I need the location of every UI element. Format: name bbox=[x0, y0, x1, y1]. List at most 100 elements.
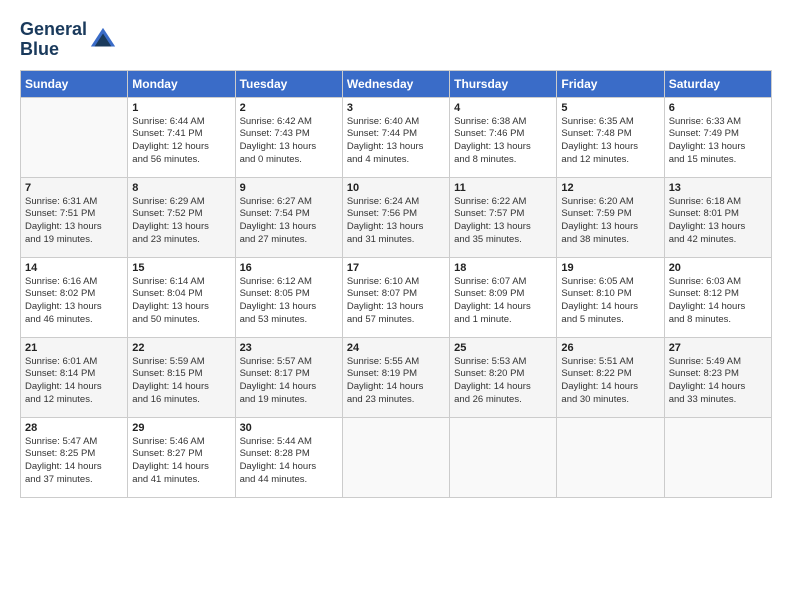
calendar-cell: 17Sunrise: 6:10 AMSunset: 8:07 PMDayligh… bbox=[342, 257, 449, 337]
day-info: Sunrise: 5:59 AMSunset: 8:15 PMDaylight:… bbox=[132, 356, 230, 407]
header-thursday: Thursday bbox=[450, 70, 557, 97]
calendar-cell: 21 Sunrise: 6:01 AMSunset: 8:14 PMDayligh… bbox=[21, 337, 128, 417]
calendar-cell: 23 Sunrise: 5:57 AMSunset: 8:17 PMDayligh… bbox=[235, 337, 342, 417]
calendar-cell: 29 Sunrise: 5:46 AMSunset: 8:27 PMDayligh… bbox=[128, 417, 235, 497]
calendar-cell: 10Sunrise: 6:24 AMSunset: 7:56 PMDayligh… bbox=[342, 177, 449, 257]
header-sunday: Sunday bbox=[21, 70, 128, 97]
calendar-cell: 28 Sunrise: 5:47 AMSunset: 8:25 PMDayligh… bbox=[21, 417, 128, 497]
calendar-cell: 13 Sunrise: 6:18 AMSunset: 8:01 PMDayligh… bbox=[664, 177, 771, 257]
calendar-cell: 7Sunrise: 6:31 AMSunset: 7:51 PMDaylight… bbox=[21, 177, 128, 257]
calendar-cell bbox=[664, 417, 771, 497]
logo: General Blue bbox=[20, 20, 117, 60]
day-number: 28 bbox=[25, 422, 123, 434]
logo-text: General Blue bbox=[20, 20, 87, 60]
calendar-cell bbox=[21, 97, 128, 177]
day-number: 1 bbox=[132, 102, 230, 114]
day-number: 5 bbox=[561, 102, 659, 114]
day-number: 19 bbox=[561, 262, 659, 274]
calendar-cell bbox=[450, 417, 557, 497]
calendar-cell: 3 Sunrise: 6:40 AMSunset: 7:44 PMDaylight… bbox=[342, 97, 449, 177]
header-wednesday: Wednesday bbox=[342, 70, 449, 97]
day-info: Sunrise: 5:55 AMSunset: 8:19 PMDaylight:… bbox=[347, 356, 445, 407]
calendar-week-row: 1 Sunrise: 6:44 AMSunset: 7:41 PMDaylight… bbox=[21, 97, 772, 177]
calendar-cell: 18 Sunrise: 6:07 AMSunset: 8:09 PMDayligh… bbox=[450, 257, 557, 337]
day-number: 21 bbox=[25, 342, 123, 354]
calendar-cell: 6 Sunrise: 6:33 AMSunset: 7:49 PMDaylight… bbox=[664, 97, 771, 177]
day-number: 18 bbox=[454, 262, 552, 274]
day-info: Sunrise: 6:31 AMSunset: 7:51 PMDaylight:… bbox=[25, 196, 123, 247]
calendar-cell: 25Sunrise: 5:53 AMSunset: 8:20 PMDayligh… bbox=[450, 337, 557, 417]
calendar-cell: 20Sunrise: 6:03 AMSunset: 8:12 PMDayligh… bbox=[664, 257, 771, 337]
calendar-cell: 5 Sunrise: 6:35 AMSunset: 7:48 PMDaylight… bbox=[557, 97, 664, 177]
calendar-cell: 9 Sunrise: 6:27 AMSunset: 7:54 PMDaylight… bbox=[235, 177, 342, 257]
day-info: Sunrise: 6:18 AMSunset: 8:01 PMDaylight:… bbox=[669, 196, 767, 247]
day-info: Sunrise: 6:44 AMSunset: 7:41 PMDaylight:… bbox=[132, 116, 230, 167]
day-number: 13 bbox=[669, 182, 767, 194]
day-number: 26 bbox=[561, 342, 659, 354]
day-info: Sunrise: 6:27 AMSunset: 7:54 PMDaylight:… bbox=[240, 196, 338, 247]
day-info: Sunrise: 5:46 AMSunset: 8:27 PMDaylight:… bbox=[132, 436, 230, 487]
calendar-cell: 26 Sunrise: 5:51 AMSunset: 8:22 PMDayligh… bbox=[557, 337, 664, 417]
day-number: 3 bbox=[347, 102, 445, 114]
day-info: Sunrise: 6:05 AMSunset: 8:10 PMDaylight:… bbox=[561, 276, 659, 327]
day-info: Sunrise: 6:33 AMSunset: 7:49 PMDaylight:… bbox=[669, 116, 767, 167]
day-number: 27 bbox=[669, 342, 767, 354]
day-info: Sunrise: 6:20 AMSunset: 7:59 PMDaylight:… bbox=[561, 196, 659, 247]
day-info: Sunrise: 6:29 AMSunset: 7:52 PMDaylight:… bbox=[132, 196, 230, 247]
calendar-cell: 2 Sunrise: 6:42 AMSunset: 7:43 PMDaylight… bbox=[235, 97, 342, 177]
day-number: 8 bbox=[132, 182, 230, 194]
header-tuesday: Tuesday bbox=[235, 70, 342, 97]
day-number: 2 bbox=[240, 102, 338, 114]
day-info: Sunrise: 6:14 AMSunset: 8:04 PMDaylight:… bbox=[132, 276, 230, 327]
header-monday: Monday bbox=[128, 70, 235, 97]
calendar-cell: 16 Sunrise: 6:12 AMSunset: 8:05 PMDayligh… bbox=[235, 257, 342, 337]
calendar-cell: 19 Sunrise: 6:05 AMSunset: 8:10 PMDayligh… bbox=[557, 257, 664, 337]
calendar-cell: 27 Sunrise: 5:49 AMSunset: 8:23 PMDayligh… bbox=[664, 337, 771, 417]
calendar-week-row: 7Sunrise: 6:31 AMSunset: 7:51 PMDaylight… bbox=[21, 177, 772, 257]
calendar-cell: 24 Sunrise: 5:55 AMSunset: 8:19 PMDayligh… bbox=[342, 337, 449, 417]
day-info: Sunrise: 5:53 AMSunset: 8:20 PMDaylight:… bbox=[454, 356, 552, 407]
day-number: 11 bbox=[454, 182, 552, 194]
day-number: 16 bbox=[240, 262, 338, 274]
day-info: Sunrise: 6:12 AMSunset: 8:05 PMDaylight:… bbox=[240, 276, 338, 327]
day-info: Sunrise: 5:49 AMSunset: 8:23 PMDaylight:… bbox=[669, 356, 767, 407]
page-header: General Blue bbox=[20, 20, 772, 60]
calendar-week-row: 28 Sunrise: 5:47 AMSunset: 8:25 PMDayligh… bbox=[21, 417, 772, 497]
calendar-cell: 11 Sunrise: 6:22 AMSunset: 7:57 PMDayligh… bbox=[450, 177, 557, 257]
day-info: Sunrise: 5:47 AMSunset: 8:25 PMDaylight:… bbox=[25, 436, 123, 487]
calendar-header-row: SundayMondayTuesdayWednesdayThursdayFrid… bbox=[21, 70, 772, 97]
day-number: 4 bbox=[454, 102, 552, 114]
day-number: 6 bbox=[669, 102, 767, 114]
day-info: Sunrise: 6:35 AMSunset: 7:48 PMDaylight:… bbox=[561, 116, 659, 167]
header-friday: Friday bbox=[557, 70, 664, 97]
day-number: 12 bbox=[561, 182, 659, 194]
calendar-week-row: 14Sunrise: 6:16 AMSunset: 8:02 PMDayligh… bbox=[21, 257, 772, 337]
day-info: Sunrise: 6:07 AMSunset: 8:09 PMDaylight:… bbox=[454, 276, 552, 327]
day-info: Sunrise: 5:57 AMSunset: 8:17 PMDaylight:… bbox=[240, 356, 338, 407]
day-number: 9 bbox=[240, 182, 338, 194]
day-info: Sunrise: 6:24 AMSunset: 7:56 PMDaylight:… bbox=[347, 196, 445, 247]
calendar-week-row: 21 Sunrise: 6:01 AMSunset: 8:14 PMDayligh… bbox=[21, 337, 772, 417]
calendar-cell: 22Sunrise: 5:59 AMSunset: 8:15 PMDayligh… bbox=[128, 337, 235, 417]
calendar-table: SundayMondayTuesdayWednesdayThursdayFrid… bbox=[20, 70, 772, 498]
day-info: Sunrise: 5:44 AMSunset: 8:28 PMDaylight:… bbox=[240, 436, 338, 487]
day-number: 29 bbox=[132, 422, 230, 434]
calendar-cell: 1 Sunrise: 6:44 AMSunset: 7:41 PMDaylight… bbox=[128, 97, 235, 177]
day-info: Sunrise: 6:01 AMSunset: 8:14 PMDaylight:… bbox=[25, 356, 123, 407]
calendar-cell: 14Sunrise: 6:16 AMSunset: 8:02 PMDayligh… bbox=[21, 257, 128, 337]
calendar-cell: 8 Sunrise: 6:29 AMSunset: 7:52 PMDaylight… bbox=[128, 177, 235, 257]
day-number: 30 bbox=[240, 422, 338, 434]
day-info: Sunrise: 6:22 AMSunset: 7:57 PMDaylight:… bbox=[454, 196, 552, 247]
day-number: 23 bbox=[240, 342, 338, 354]
calendar-cell: 4 Sunrise: 6:38 AMSunset: 7:46 PMDaylight… bbox=[450, 97, 557, 177]
calendar-cell bbox=[557, 417, 664, 497]
day-info: Sunrise: 5:51 AMSunset: 8:22 PMDaylight:… bbox=[561, 356, 659, 407]
day-number: 24 bbox=[347, 342, 445, 354]
calendar-cell: 30 Sunrise: 5:44 AMSunset: 8:28 PMDayligh… bbox=[235, 417, 342, 497]
day-info: Sunrise: 6:40 AMSunset: 7:44 PMDaylight:… bbox=[347, 116, 445, 167]
day-info: Sunrise: 6:16 AMSunset: 8:02 PMDaylight:… bbox=[25, 276, 123, 327]
day-info: Sunrise: 6:38 AMSunset: 7:46 PMDaylight:… bbox=[454, 116, 552, 167]
calendar-cell bbox=[342, 417, 449, 497]
calendar-cell: 12 Sunrise: 6:20 AMSunset: 7:59 PMDayligh… bbox=[557, 177, 664, 257]
day-info: Sunrise: 6:42 AMSunset: 7:43 PMDaylight:… bbox=[240, 116, 338, 167]
